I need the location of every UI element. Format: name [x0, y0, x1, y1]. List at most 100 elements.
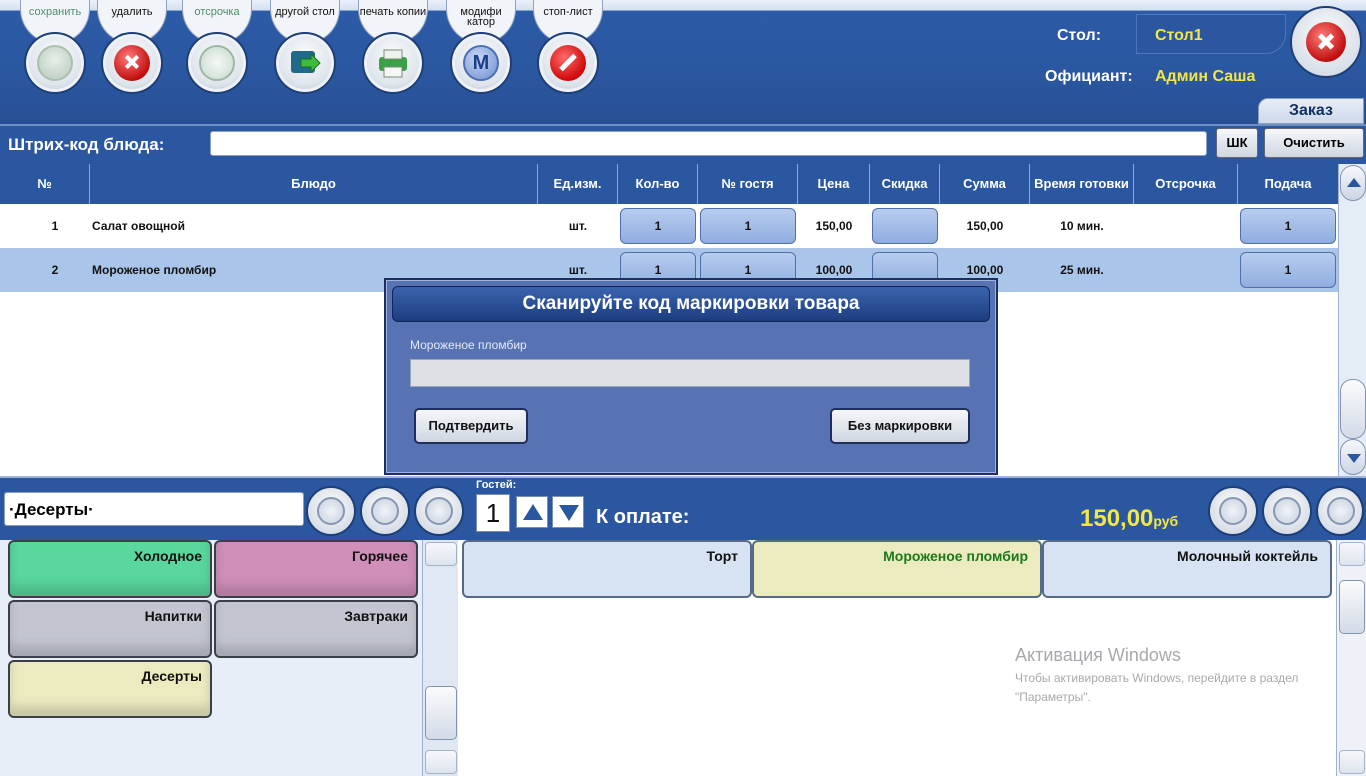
tab-order[interactable]: Заказ [1258, 98, 1364, 124]
col-sum: Сумма [940, 164, 1030, 204]
clock-icon [199, 45, 235, 81]
check-icon [37, 45, 73, 81]
scroll-thumb[interactable] [1340, 379, 1366, 439]
summary-bar: ·Десерты· Гостей: 1 К оплате: 150,00руб [0, 476, 1366, 540]
category-scroll-thumb[interactable] [425, 686, 457, 740]
col-dish: Блюдо [90, 164, 538, 204]
arrow-left-icon [317, 497, 345, 525]
category-panel: Холодное Горячее Напитки Завтраки Десерт… [0, 540, 422, 776]
menu-item-cake[interactable]: Торт [462, 540, 752, 598]
marking-code-input[interactable] [410, 359, 970, 387]
discount-button[interactable] [872, 208, 938, 244]
shk-button[interactable]: ШК [1216, 128, 1258, 158]
watermark-text: Чтобы активировать Windows, перейдите в … [1015, 671, 1299, 704]
to-pay-value: 150,00 [1080, 505, 1154, 532]
dialog-title: Сканируйте код маркировки товара [392, 286, 990, 322]
guests-count: 1 [476, 494, 510, 532]
menu-items-scrollbar[interactable] [1336, 540, 1366, 776]
barcode-label: Штрих-код блюда: [8, 135, 165, 154]
stop-icon [550, 45, 586, 81]
category-hot[interactable]: Горячее [214, 540, 418, 598]
delete-button[interactable]: удалить [95, 0, 169, 100]
col-guest: № гостя [698, 164, 798, 204]
to-pay-amount: 150,00руб [1080, 505, 1178, 533]
close-icon [1306, 22, 1346, 62]
info-button[interactable] [1262, 486, 1312, 536]
category-path: ·Десерты· [4, 492, 304, 526]
order-table-scrollbar[interactable] [1338, 164, 1366, 476]
col-price: Цена [798, 164, 870, 204]
to-pay-label: К оплате: [596, 506, 690, 528]
col-num: № [0, 164, 90, 204]
serve-button[interactable]: 1 [1240, 252, 1336, 288]
col-cook-time: Время готовки [1030, 164, 1134, 204]
col-qty: Кол-во [618, 164, 698, 204]
guests-label: Гостей: [476, 479, 517, 491]
delay-button[interactable]: отсрочка [180, 0, 254, 100]
items-scroll-down[interactable] [1339, 750, 1365, 774]
pos-order-screen: сохранить удалить отсрочка другой стол п… [0, 0, 1366, 776]
move-table-icon [287, 45, 323, 81]
row-unit: шт. [568, 219, 588, 233]
waiter-label: Официант: [1045, 68, 1133, 85]
qty-button[interactable]: 1 [620, 208, 696, 244]
col-unit: Ед.изм. [538, 164, 618, 204]
confirm-button[interactable]: Подтвердить [414, 408, 528, 444]
scroll-up-button[interactable] [1340, 165, 1366, 201]
print-copy-button[interactable]: печать копии [356, 0, 430, 100]
barcode-input[interactable] [210, 131, 1207, 156]
save-button[interactable]: сохранить [18, 0, 92, 100]
col-serve: Подача [1264, 176, 1312, 191]
row-cook-time: 10 мин. [1060, 219, 1104, 233]
menu-item-milkshake[interactable]: Молочный коктейль [1042, 540, 1332, 598]
category-breakfast[interactable]: Завтраки [214, 600, 418, 658]
barcode-row: Штрих-код блюда: ШК Очистить [0, 124, 1366, 164]
forward-button[interactable] [414, 486, 464, 536]
category-scrollbar[interactable] [422, 540, 458, 776]
currency: руб [1153, 513, 1179, 529]
row-cook-time: 25 мин. [1060, 263, 1104, 277]
items-scroll-up[interactable] [1339, 542, 1365, 566]
top-toolbar: сохранить удалить отсрочка другой стол п… [0, 0, 1366, 124]
search-icon [1219, 497, 1247, 525]
modifier-button[interactable]: модифи катор M [444, 0, 518, 100]
row-delay [1134, 248, 1238, 292]
table-label: Стол: [1057, 27, 1102, 44]
arrow-right-icon [425, 497, 453, 525]
lock-button[interactable] [1316, 486, 1364, 536]
watermark-title: Активация Windows [1015, 645, 1181, 665]
home-icon [371, 497, 399, 525]
windows-activation-watermark: Активация Windows Чтобы активировать Win… [1015, 645, 1325, 707]
category-scroll-down[interactable] [425, 750, 457, 774]
dialog-item-name: Мороженое пломбир [410, 338, 527, 352]
category-scroll-up[interactable] [425, 542, 457, 566]
category-drinks[interactable]: Напитки [8, 600, 212, 658]
serve-button[interactable]: 1 [1240, 208, 1336, 244]
guests-increase-button[interactable] [516, 496, 548, 528]
scroll-down-button[interactable] [1340, 439, 1366, 475]
guests-decrease-button[interactable] [552, 496, 584, 528]
close-button[interactable] [1290, 6, 1362, 78]
delete-icon [114, 45, 150, 81]
lock-icon [1327, 497, 1355, 525]
home-button[interactable] [360, 486, 410, 536]
other-table-button[interactable]: другой стол [268, 0, 342, 100]
category-cold[interactable]: Холодное [8, 540, 212, 598]
back-button[interactable] [306, 486, 356, 536]
search-button[interactable] [1208, 486, 1258, 536]
items-scroll-thumb[interactable] [1339, 580, 1365, 634]
clear-button[interactable]: Очистить [1264, 128, 1364, 158]
stop-list-button[interactable]: стоп-лист [531, 0, 605, 100]
row-price: 150,00 [815, 219, 853, 233]
guest-button[interactable]: 1 [700, 208, 796, 244]
printer-icon [375, 45, 411, 81]
table-row[interactable]: 1 Салат овощной шт. 1 1 150,00 150,00 10… [0, 204, 1338, 248]
col-discount: Скидка [870, 164, 940, 204]
info-icon [1273, 497, 1301, 525]
table-value[interactable]: Стол1 [1136, 14, 1286, 54]
menu-item-ice-cream[interactable]: Мороженое пломбир [752, 540, 1042, 598]
col-delay: Отсрочка [1134, 164, 1238, 204]
no-marking-button[interactable]: Без маркировки [830, 408, 970, 444]
category-desserts[interactable]: Десерты [8, 660, 212, 718]
row-sum: 150,00 [966, 219, 1004, 233]
